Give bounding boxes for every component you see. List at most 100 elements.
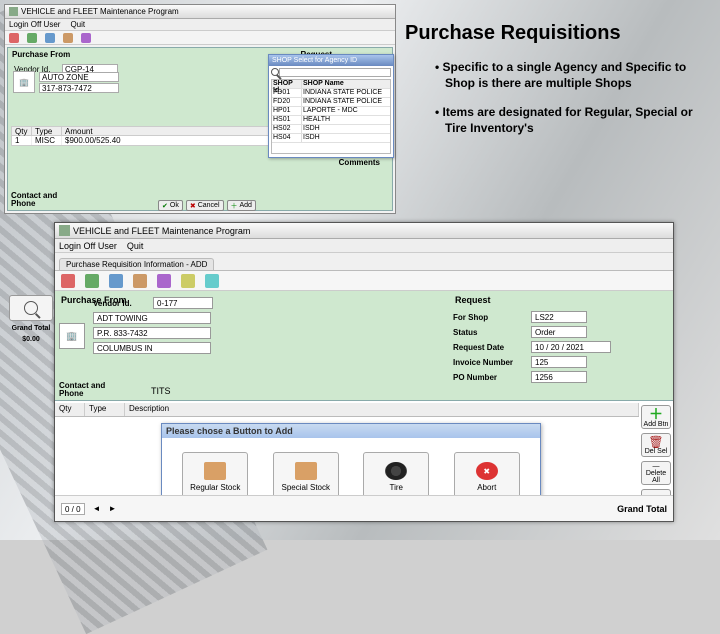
col-qty: Qty <box>55 403 85 416</box>
comments-label: Comments <box>339 158 380 167</box>
add-item-button[interactable]: ＋Add Btn <box>641 405 671 429</box>
status-label: Status <box>453 328 531 337</box>
folder-icon <box>295 462 317 480</box>
col-shop-name: SHOP Name <box>302 80 390 88</box>
col-shop-id: SHOP Id. <box>272 80 302 88</box>
invoice-field[interactable]: 125 <box>531 356 587 368</box>
vendor-phone: 317-873-7472 <box>39 83 119 93</box>
app-icon <box>9 7 18 16</box>
abort-icon: ✖ <box>476 462 498 480</box>
invoice-label: Invoice Number <box>453 358 531 367</box>
request-date-field[interactable]: 10 / 20 / 2021 <box>531 341 611 353</box>
cancel-button[interactable]: ✖Cancel <box>186 200 224 211</box>
plus-icon: ＋ <box>649 407 663 421</box>
toolbar-icon[interactable] <box>45 33 55 43</box>
titlebar[interactable]: VEHICLE and FLEET Maintenance Program <box>55 223 673 239</box>
menubar: Login Off User Quit <box>5 19 395 31</box>
tire-icon <box>385 462 407 480</box>
shop-grid: SHOP Id.SHOP Name FD01INDIANA STATE POLI… <box>271 79 391 154</box>
ok-button[interactable]: ✔Ok <box>158 200 183 211</box>
col-amount: Amount <box>62 127 285 135</box>
grand-total-label: Grand Total <box>617 504 667 514</box>
grand-total-value-left: $0.00 <box>9 336 53 343</box>
toolbar <box>5 31 395 45</box>
vendor-id-field[interactable]: 0-177 <box>153 297 213 309</box>
for-shop-field[interactable]: LS22 <box>531 311 587 323</box>
search-input[interactable] <box>279 68 391 77</box>
menu-quit[interactable]: Quit <box>127 241 144 251</box>
vendor-icon: 🏢 <box>59 323 85 349</box>
vendor-line4: COLUMBUS IN <box>93 342 211 354</box>
dialog-title: SHOP Select for Agency ID <box>269 55 393 66</box>
items-header: Qty Type Description <box>55 403 639 417</box>
request-header: Request <box>455 295 491 305</box>
vendor-line3: P.R. 833-7432 <box>93 327 211 339</box>
toolbar <box>55 271 673 291</box>
toolbar-icon[interactable] <box>27 33 37 43</box>
bullet-2: Items are designated for Regular, Specia… <box>435 105 695 136</box>
toolbar-icon[interactable] <box>85 274 99 288</box>
purchase-from-header: Purchase From <box>12 50 70 59</box>
col-qty: Qty <box>12 127 32 135</box>
slide-bullets: Specific to a single Agency and Specific… <box>435 60 695 150</box>
menu-login-off[interactable]: Login Off User <box>9 20 60 29</box>
phone-label: Phone <box>11 199 35 208</box>
status-field[interactable]: Order <box>531 326 587 338</box>
dialog-title: Please chose a Button to Add <box>162 424 540 438</box>
toolbar-icon[interactable] <box>157 274 171 288</box>
toolbar-icon[interactable] <box>81 33 91 43</box>
request-date-label: Request Date <box>453 343 531 352</box>
vendor-icon: 🏢 <box>13 71 35 93</box>
grand-total-label-left: Grand Total <box>9 325 53 332</box>
vendor-name: AUTO ZONE <box>39 72 119 82</box>
next-page-button[interactable]: ► <box>109 504 117 513</box>
toolbar-icon[interactable] <box>109 274 123 288</box>
po-field[interactable]: 1256 <box>531 371 587 383</box>
col-description: Description <box>125 403 639 416</box>
list-item[interactable]: HP01LAPORTE - MDC <box>272 107 390 116</box>
search-icon <box>271 68 279 76</box>
slide-title: Purchase Requisitions <box>405 22 621 45</box>
tab-purchase-requisition[interactable]: Purchase Requisition Information - ADD <box>59 258 214 270</box>
col-type: Type <box>32 127 62 135</box>
trash-icon: 🗑 <box>648 436 663 448</box>
app-title: VEHICLE and FLEET Maintenance Program <box>21 7 179 16</box>
menu-quit[interactable]: Quit <box>70 20 85 29</box>
vendor-id-label: Vendor Id. <box>93 299 153 308</box>
folder-icon <box>204 462 226 480</box>
list-item[interactable]: HS04ISDH <box>272 134 390 143</box>
delete-selected-button[interactable]: 🗑Del Sel <box>641 433 671 457</box>
po-label: PO Number <box>453 373 531 382</box>
tab-bar: Purchase Requisition Information - ADD <box>55 253 673 271</box>
titlebar[interactable]: VEHICLE and FLEET Maintenance Program <box>5 5 395 19</box>
phone-field[interactable]: TITS <box>151 386 171 396</box>
toolbar-icon[interactable] <box>63 33 73 43</box>
page-indicator: 0 / 0 <box>61 503 85 515</box>
toolbar-icon[interactable] <box>205 274 219 288</box>
for-shop-label: For Shop <box>453 313 531 322</box>
add-button[interactable]: ＋Add <box>227 200 256 211</box>
search-icon <box>24 301 38 315</box>
footer: 0 / 0 ◄ ► Grand Total <box>55 495 673 521</box>
menu-login-off[interactable]: Login Off User <box>59 241 117 251</box>
left-search-button[interactable] <box>9 295 53 321</box>
toolbar-icon[interactable] <box>61 274 75 288</box>
list-item[interactable]: HS02ISDH <box>272 125 390 134</box>
app-icon <box>59 225 70 236</box>
vendor-line2: ADT TOWING <box>93 312 211 324</box>
toolbar-icon[interactable] <box>181 274 195 288</box>
menubar: Login Off User Quit <box>55 239 673 253</box>
col-type: Type <box>85 403 125 416</box>
toolbar-icon[interactable] <box>9 33 19 43</box>
list-item[interactable]: FD01INDIANA STATE POLICE <box>272 89 390 98</box>
minus-icon: — <box>653 463 660 470</box>
bullet-1: Specific to a single Agency and Specific… <box>435 60 695 91</box>
row-amount: $900.00/525.40 <box>62 136 285 145</box>
app-title: VEHICLE and FLEET Maintenance Program <box>73 226 250 236</box>
row-type: MISC <box>32 136 62 145</box>
toolbar-icon[interactable] <box>133 274 147 288</box>
list-item[interactable]: HS01HEALTH <box>272 116 390 125</box>
prev-page-button[interactable]: ◄ <box>93 504 101 513</box>
list-item[interactable]: FD20INDIANA STATE POLICE <box>272 98 390 107</box>
delete-all-button[interactable]: —Delete All <box>641 461 671 485</box>
